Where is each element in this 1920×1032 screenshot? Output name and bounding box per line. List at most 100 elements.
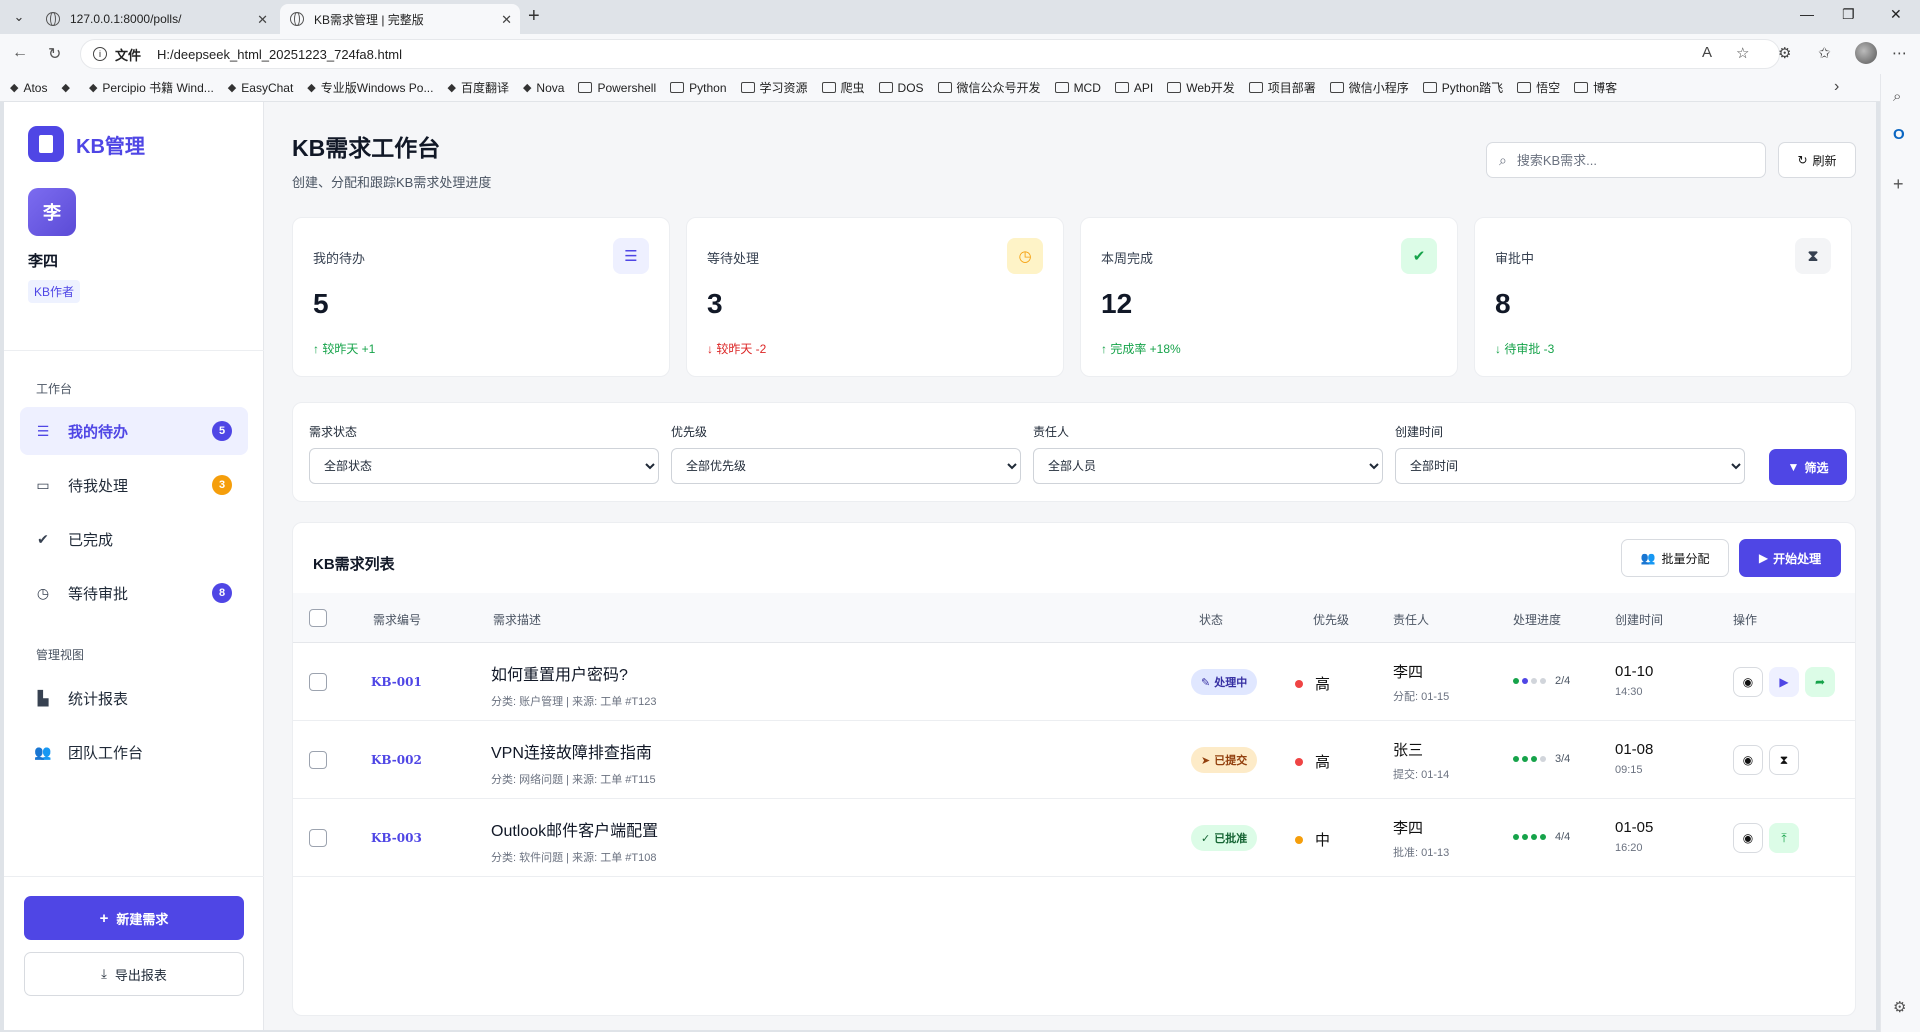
read-aloud-icon[interactable]: A <box>1702 44 1712 61</box>
outlook-icon[interactable]: O <box>1893 126 1905 143</box>
priority-text: 中 <box>1315 832 1331 849</box>
column-header[interactable]: 操作 <box>1733 611 1757 628</box>
close-tab-icon[interactable]: ✕ <box>257 12 268 28</box>
bookmark-item[interactable]: ◆ Nova <box>523 81 564 95</box>
select-all-checkbox[interactable] <box>309 609 327 627</box>
bookmark-item[interactable]: 博客 <box>1574 79 1617 96</box>
share-icon[interactable]: ➦ <box>1805 667 1835 697</box>
check-circle-icon: ✔ <box>1401 238 1437 274</box>
request-title[interactable]: 如何重置用户密码? <box>491 661 656 685</box>
status-select[interactable]: 全部状态 <box>309 448 659 484</box>
bookmark-item[interactable]: Python <box>670 81 727 95</box>
bookmark-item[interactable]: 悟空 <box>1517 79 1560 96</box>
extensions-icon[interactable]: ⚙ <box>1778 44 1791 62</box>
column-header[interactable]: 责任人 <box>1393 611 1429 628</box>
logo[interactable]: KB管理 <box>28 126 145 162</box>
priority: 高 <box>1295 673 1330 694</box>
table-row[interactable]: KB-002 VPN连接故障排查指南 分类: 网络问题 | 来源: 工单 #T115… <box>293 721 1855 799</box>
add-icon[interactable]: + <box>1893 174 1904 195</box>
bookmark-item[interactable]: Python踏飞 <box>1422 79 1503 96</box>
url-input[interactable]: i 文件 H:/deepseek_html_20251223_724fa8.ht… <box>80 39 1780 69</box>
play-icon[interactable]: ▶ <box>1769 667 1799 697</box>
column-header[interactable]: 需求描述 <box>493 611 541 628</box>
favorites-icon[interactable]: ✩ <box>1818 44 1831 62</box>
bookmark-item[interactable]: ◆ <box>61 81 74 94</box>
bookmark-item[interactable]: DOS <box>878 81 924 95</box>
favorite-star-icon[interactable]: ☆ <box>1736 44 1749 62</box>
row-checkbox[interactable] <box>309 829 327 847</box>
tab-list-icon[interactable]: ⌄ <box>8 7 30 27</box>
priority-select[interactable]: 全部优先级 <box>671 448 1021 484</box>
stat-trend-text: 完成率 +18% <box>1110 342 1181 356</box>
start-processing-button[interactable]: ▶ 开始处理 <box>1739 539 1841 577</box>
created-date: 01-10 <box>1615 663 1654 680</box>
bookmark-item[interactable]: 微信小程序 <box>1329 79 1409 96</box>
hourglass-icon[interactable]: ⧗ <box>1769 745 1799 775</box>
filter-button[interactable]: ▼ 筛选 <box>1769 449 1847 485</box>
export-report-button[interactable]: ⤓ 导出报表 <box>24 952 244 996</box>
request-id-link[interactable]: KB-003 <box>371 831 422 845</box>
restore-icon[interactable]: ❐ <box>1842 6 1855 23</box>
column-header[interactable]: 需求编号 <box>373 611 421 628</box>
column-header[interactable]: 创建时间 <box>1615 611 1663 628</box>
bookmark-item[interactable]: 项目部署 <box>1248 79 1316 96</box>
sidebar-item-completed[interactable]: ✔ 已完成 <box>20 515 248 563</box>
bookmark-item[interactable]: 学习资源 <box>740 79 808 96</box>
back-icon[interactable]: ← <box>12 44 28 62</box>
bookmark-item[interactable]: ◆ 专业版Windows Po... <box>307 79 433 96</box>
minimize-icon[interactable]: — <box>1800 6 1814 22</box>
row-checkbox[interactable] <box>309 751 327 769</box>
sidebar-item-awaiting-approval[interactable]: ◷ 等待审批 8 <box>20 569 248 617</box>
row-checkbox[interactable] <box>309 673 327 691</box>
info-icon[interactable]: i <box>93 47 107 61</box>
sidebar-item-my-todo[interactable]: ☰ 我的待办 5 <box>20 407 248 455</box>
table-row[interactable]: KB-003 Outlook邮件客户端配置 分类: 软件问题 | 来源: 工单 #T… <box>293 799 1855 877</box>
close-tab-icon[interactable]: ✕ <box>501 12 512 28</box>
bookmark-item[interactable]: 微信公众号开发 <box>937 79 1041 96</box>
request-id-link[interactable]: KB-002 <box>371 753 422 767</box>
eye-icon[interactable]: ◉ <box>1733 745 1763 775</box>
column-header[interactable]: 优先级 <box>1313 611 1349 628</box>
bookmark-item[interactable]: ◆ Percipio 书籍 Wind... <box>89 79 214 96</box>
bookmark-item[interactable]: Powershell <box>578 81 656 95</box>
owner-select[interactable]: 全部人员 <box>1033 448 1383 484</box>
bookmark-item[interactable]: 爬虫 <box>821 79 865 96</box>
progress-step <box>1522 678 1528 684</box>
batch-assign-button[interactable]: 👥 批量分配 <box>1621 539 1729 577</box>
bookmark-item[interactable]: ◆ Atos <box>10 81 47 95</box>
new-tab-icon[interactable]: + <box>528 5 540 28</box>
refresh-button[interactable]: ↻ 刷新 <box>1778 142 1856 178</box>
sidebar-item-pending[interactable]: ▭ 待我处理 3 <box>20 461 248 509</box>
search-input[interactable] <box>1516 152 1737 168</box>
table-row[interactable]: KB-001 如何重置用户密码? 分类: 账户管理 | 来源: 工单 #T123 ✎ 处… <box>293 643 1855 721</box>
column-header[interactable]: 处理进度 <box>1513 611 1561 628</box>
bookmark-item[interactable]: MCD <box>1054 81 1101 95</box>
upload-icon[interactable]: ⤒ <box>1769 823 1799 853</box>
bookmark-item[interactable]: Web开发 <box>1167 79 1235 96</box>
settings-icon[interactable]: ⚙ <box>1893 998 1906 1016</box>
request-id-link[interactable]: KB-001 <box>371 675 422 689</box>
profile-avatar[interactable] <box>1855 42 1877 64</box>
eye-icon[interactable]: ◉ <box>1733 823 1763 853</box>
bookmark-item[interactable]: ◆ EasyChat <box>228 81 294 95</box>
request-title[interactable]: Outlook邮件客户端配置 <box>491 817 658 841</box>
more-icon[interactable]: ⋯ <box>1892 44 1907 62</box>
sidebar-item-label: 等待审批 <box>68 585 129 603</box>
search-icon[interactable]: ⌕ <box>1893 88 1901 105</box>
column-header[interactable]: 状态 <box>1199 611 1223 628</box>
browser-tab-kb[interactable]: KB需求管理 | 完整版 ✕ <box>280 4 520 34</box>
new-request-button[interactable]: + 新建需求 <box>24 896 244 940</box>
reload-icon[interactable]: ↻ <box>48 44 61 64</box>
browser-tab-polls[interactable]: 127.0.0.1:8000/polls/ ✕ <box>36 4 276 34</box>
time-select[interactable]: 全部时间 <box>1395 448 1745 484</box>
request-description: 如何重置用户密码? 分类: 账户管理 | 来源: 工单 #T123 <box>491 661 656 709</box>
window-close-icon[interactable]: ✕ <box>1890 6 1902 23</box>
sidebar-item-reports[interactable]: ▙ 统计报表 <box>20 674 248 722</box>
bookmark-item[interactable]: ◆ 百度翻译 <box>447 79 508 96</box>
sidebar-item-team[interactable]: 👥 团队工作台 <box>20 728 248 776</box>
search-box[interactable]: ⌕ <box>1486 142 1766 178</box>
request-title[interactable]: VPN连接故障排查指南 <box>491 739 656 763</box>
bookmark-item[interactable]: API <box>1114 81 1153 95</box>
eye-icon[interactable]: ◉ <box>1733 667 1763 697</box>
chevron-right-icon[interactable]: › <box>1834 78 1839 96</box>
